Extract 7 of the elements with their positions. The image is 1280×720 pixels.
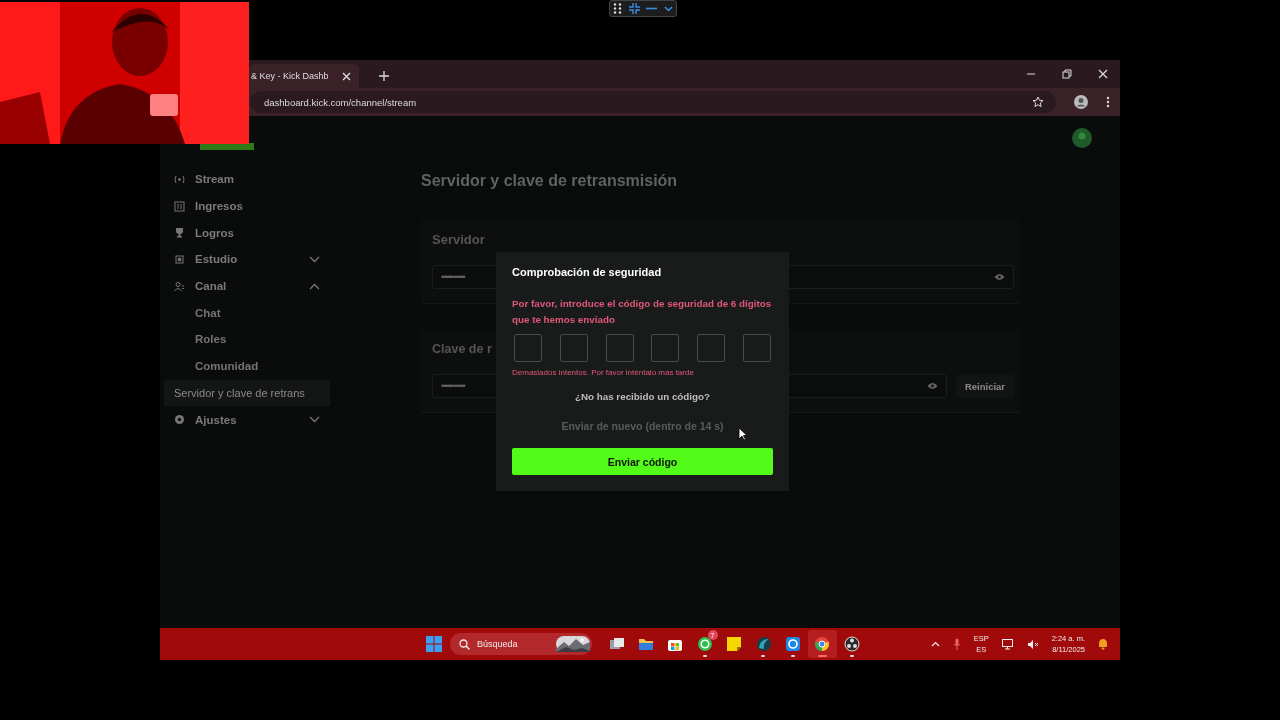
- page-title: Servidor y clave de retransmisión: [421, 172, 679, 190]
- dialog-title: Comprobación de seguridad: [512, 266, 663, 278]
- section-label: Servidor: [432, 232, 486, 247]
- question-text: ¿No has recibido un código?: [574, 391, 711, 402]
- section-label: Clave de r: [432, 342, 493, 356]
- instruction-text: Por favor, introduce el código de seguridad de 6 dígitos que te hemos enviado: [512, 297, 773, 327]
- error-message: Demasiados intentos. Por favor inténtalo más tarde: [512, 368, 695, 377]
